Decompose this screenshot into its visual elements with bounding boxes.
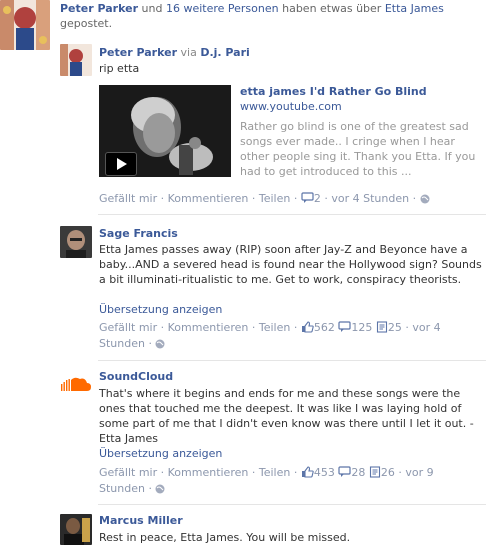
- comment-count[interactable]: 125: [351, 321, 372, 334]
- separator: ·: [293, 466, 298, 479]
- avatar[interactable]: [60, 514, 92, 545]
- comment-icon[interactable]: [338, 466, 351, 483]
- separator: ·: [251, 192, 256, 205]
- link-attachment[interactable]: etta james I'd Rather Go Blind www.youtu…: [99, 85, 486, 178]
- like-link[interactable]: Gefällt mir: [99, 192, 157, 205]
- header-avatar[interactable]: [0, 0, 50, 50]
- separator: ·: [148, 337, 152, 350]
- separator: ·: [160, 466, 165, 479]
- translate-link[interactable]: Übersetzung anzeigen: [99, 303, 222, 316]
- header-tail: haben etwas über: [282, 2, 382, 15]
- divider: [98, 504, 486, 505]
- separator: ·: [412, 192, 417, 205]
- author-link[interactable]: Sage Francis: [99, 227, 178, 240]
- header-topic-link[interactable]: Etta James: [385, 2, 444, 15]
- separator: ·: [398, 466, 402, 479]
- divider: [98, 214, 486, 215]
- via-author-link[interactable]: D.j. Pari: [200, 46, 249, 59]
- avatar[interactable]: [60, 44, 92, 76]
- link-description: Rather go blind is one of the greatest s…: [240, 120, 476, 178]
- separator: ·: [251, 466, 256, 479]
- like-count[interactable]: 562: [314, 321, 335, 334]
- separator: ·: [324, 192, 328, 205]
- comment-link[interactable]: Kommentieren: [168, 192, 249, 205]
- header-others-link[interactable]: 16 weitere Personen: [166, 2, 279, 15]
- author-link[interactable]: SoundCloud: [99, 370, 173, 383]
- share-count[interactable]: 26: [381, 466, 395, 479]
- comment-icon[interactable]: [338, 321, 351, 338]
- separator: ·: [405, 321, 409, 334]
- like-icon[interactable]: [301, 466, 314, 483]
- comment-link[interactable]: Kommentieren: [168, 466, 249, 479]
- separator: ·: [293, 192, 298, 205]
- avatar[interactable]: [60, 226, 92, 258]
- avatar[interactable]: [60, 370, 92, 402]
- timestamp-continued[interactable]: Stunden: [99, 482, 145, 495]
- post-actions-wrap: Stunden ·: [99, 336, 165, 354]
- author-link[interactable]: Marcus Miller: [99, 514, 183, 527]
- link-title[interactable]: etta james I'd Rather Go Blind: [240, 85, 427, 98]
- translate-link[interactable]: Übersetzung anzeigen: [99, 447, 222, 460]
- separator: ·: [160, 321, 165, 334]
- post-text: Etta James passes away (RIP) soon after …: [99, 243, 482, 286]
- header-actor-link[interactable]: Peter Parker: [60, 2, 138, 15]
- post-text: Rest in peace, Etta James. You will be m…: [99, 531, 351, 544]
- like-icon[interactable]: [301, 321, 314, 338]
- globe-icon: [420, 193, 430, 209]
- link-url[interactable]: www.youtube.com: [240, 100, 342, 113]
- comment-link[interactable]: Kommentieren: [168, 321, 249, 334]
- soundcloud-cloud-icon: [60, 370, 92, 402]
- separator: ·: [148, 482, 152, 495]
- separator: ·: [293, 321, 298, 334]
- post-text: rip etta: [99, 62, 140, 75]
- share-icon[interactable]: [376, 321, 388, 338]
- share-link[interactable]: Teilen: [259, 466, 290, 479]
- post-actions-wrap: Stunden ·: [99, 481, 165, 499]
- timestamp[interactable]: vor 4 Stunden: [331, 192, 409, 205]
- timestamp[interactable]: vor 9: [405, 466, 433, 479]
- globe-icon: [155, 338, 165, 354]
- globe-icon: [155, 483, 165, 499]
- video-thumbnail[interactable]: [99, 85, 231, 177]
- like-count[interactable]: 453: [314, 466, 335, 479]
- comment-count[interactable]: 28: [351, 466, 365, 479]
- share-count[interactable]: 25: [388, 321, 402, 334]
- header-tail2: gepostet.: [60, 17, 113, 30]
- post-text: That's where it begins and ends for me a…: [99, 387, 474, 445]
- timestamp-continued[interactable]: Stunden: [99, 337, 145, 350]
- separator: ·: [160, 192, 165, 205]
- like-link[interactable]: Gefällt mir: [99, 466, 157, 479]
- share-link[interactable]: Teilen: [259, 192, 290, 205]
- via-text: via: [180, 46, 197, 59]
- share-icon[interactable]: [369, 466, 381, 483]
- play-icon[interactable]: [105, 152, 137, 176]
- post-actions: Gefällt mir · Kommentieren · Teilen · 2 …: [99, 191, 430, 209]
- separator: ·: [251, 321, 256, 334]
- timestamp[interactable]: vor 4: [412, 321, 440, 334]
- share-link[interactable]: Teilen: [259, 321, 290, 334]
- like-link[interactable]: Gefällt mir: [99, 321, 157, 334]
- comment-count[interactable]: 2: [314, 192, 321, 205]
- header-connector: und: [141, 2, 163, 15]
- author-link[interactable]: Peter Parker: [99, 46, 177, 59]
- divider: [98, 360, 486, 361]
- post-header: Peter Parker via D.j. Pari: [99, 45, 250, 60]
- feed-story-header: Peter Parker und 16 weitere Personen hab…: [60, 1, 480, 31]
- comment-icon[interactable]: [301, 192, 314, 209]
